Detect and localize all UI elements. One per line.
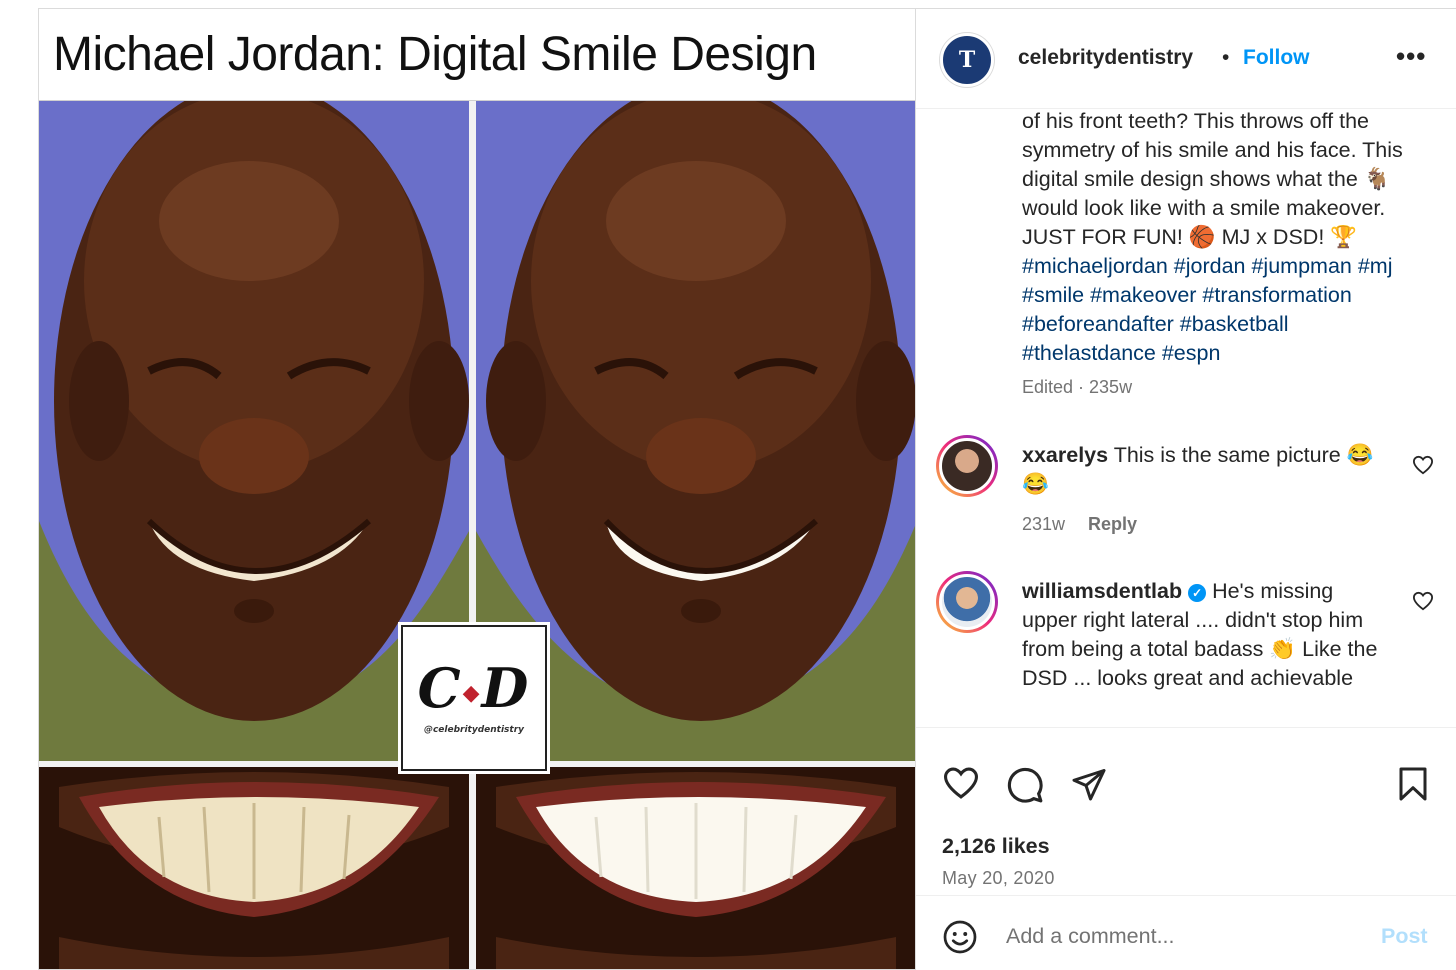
comment-meta: 231w Reply (1022, 514, 1137, 535)
comment-text: williamsdentlab ✓ He's missing upper rig… (1022, 577, 1382, 693)
header-separator: • (1222, 46, 1230, 69)
comment-username[interactable]: xxarelys (1022, 443, 1108, 467)
heart-icon[interactable] (1412, 455, 1434, 480)
comment-username[interactable]: williamsdentlab (1022, 579, 1182, 603)
post-image[interactable]: Michael Jordan: Digital Smile Design C◆D… (38, 8, 916, 970)
post-caption: of his front teeth? This throws off the … (1022, 109, 1422, 368)
reply-button[interactable]: Reply (1088, 514, 1137, 534)
share-icon[interactable] (1070, 766, 1108, 807)
avatar[interactable]: T (940, 33, 994, 87)
commenter-avatar[interactable] (936, 571, 998, 633)
verified-badge-icon: ✓ (1188, 584, 1207, 602)
post-date: May 20, 2020 (942, 868, 1055, 888)
image-divider-vertical (469, 101, 476, 969)
commenter-avatar[interactable] (936, 435, 998, 497)
bookmark-icon[interactable] (1396, 766, 1430, 807)
after-teeth-closeup (476, 767, 915, 969)
post-sidebar: T celebritydentistry • Follow ••• of his… (916, 8, 1456, 970)
logo-mark: C◆D (417, 656, 531, 720)
heart-icon[interactable] (942, 766, 980, 805)
likes-count[interactable]: 2,126 likes (942, 834, 1050, 859)
image-title: Michael Jordan: Digital Smile Design (39, 9, 915, 101)
emoji-icon[interactable] (942, 919, 978, 960)
post-actions: 2,126 likes May 20, 2020 (916, 727, 1456, 897)
caption-hashtags[interactable]: #michaeljordan #jordan #jumpman #mj #smi… (1022, 254, 1392, 365)
comments-scroll-area[interactable]: of his front teeth? This throws off the … (916, 109, 1456, 727)
follow-button[interactable]: Follow (1243, 46, 1310, 70)
comment-text: xxarelys This is the same picture 😂😂 (1022, 441, 1382, 499)
logo-handle: @celebritydentistry (423, 725, 525, 735)
comment-age: 231w (1022, 514, 1066, 534)
watermark-logo: C◆D @celebritydentistry (401, 625, 547, 771)
add-comment-bar: Post (916, 895, 1456, 970)
caption-meta: Edited · 235w (1022, 377, 1133, 397)
heart-icon[interactable] (1412, 591, 1434, 616)
post-comment-button[interactable]: Post (1381, 924, 1428, 949)
before-teeth-closeup (39, 767, 469, 969)
comment-input[interactable] (1006, 916, 1346, 956)
comment-icon[interactable] (1006, 766, 1044, 809)
more-icon[interactable]: ••• (1396, 41, 1426, 72)
caption-text: of his front teeth? This throws off the … (1022, 109, 1403, 249)
lips-icon: ◆ (462, 679, 482, 706)
post-header: T celebritydentistry • Follow ••• (916, 9, 1456, 109)
post-author-username[interactable]: celebritydentistry (1018, 46, 1193, 70)
